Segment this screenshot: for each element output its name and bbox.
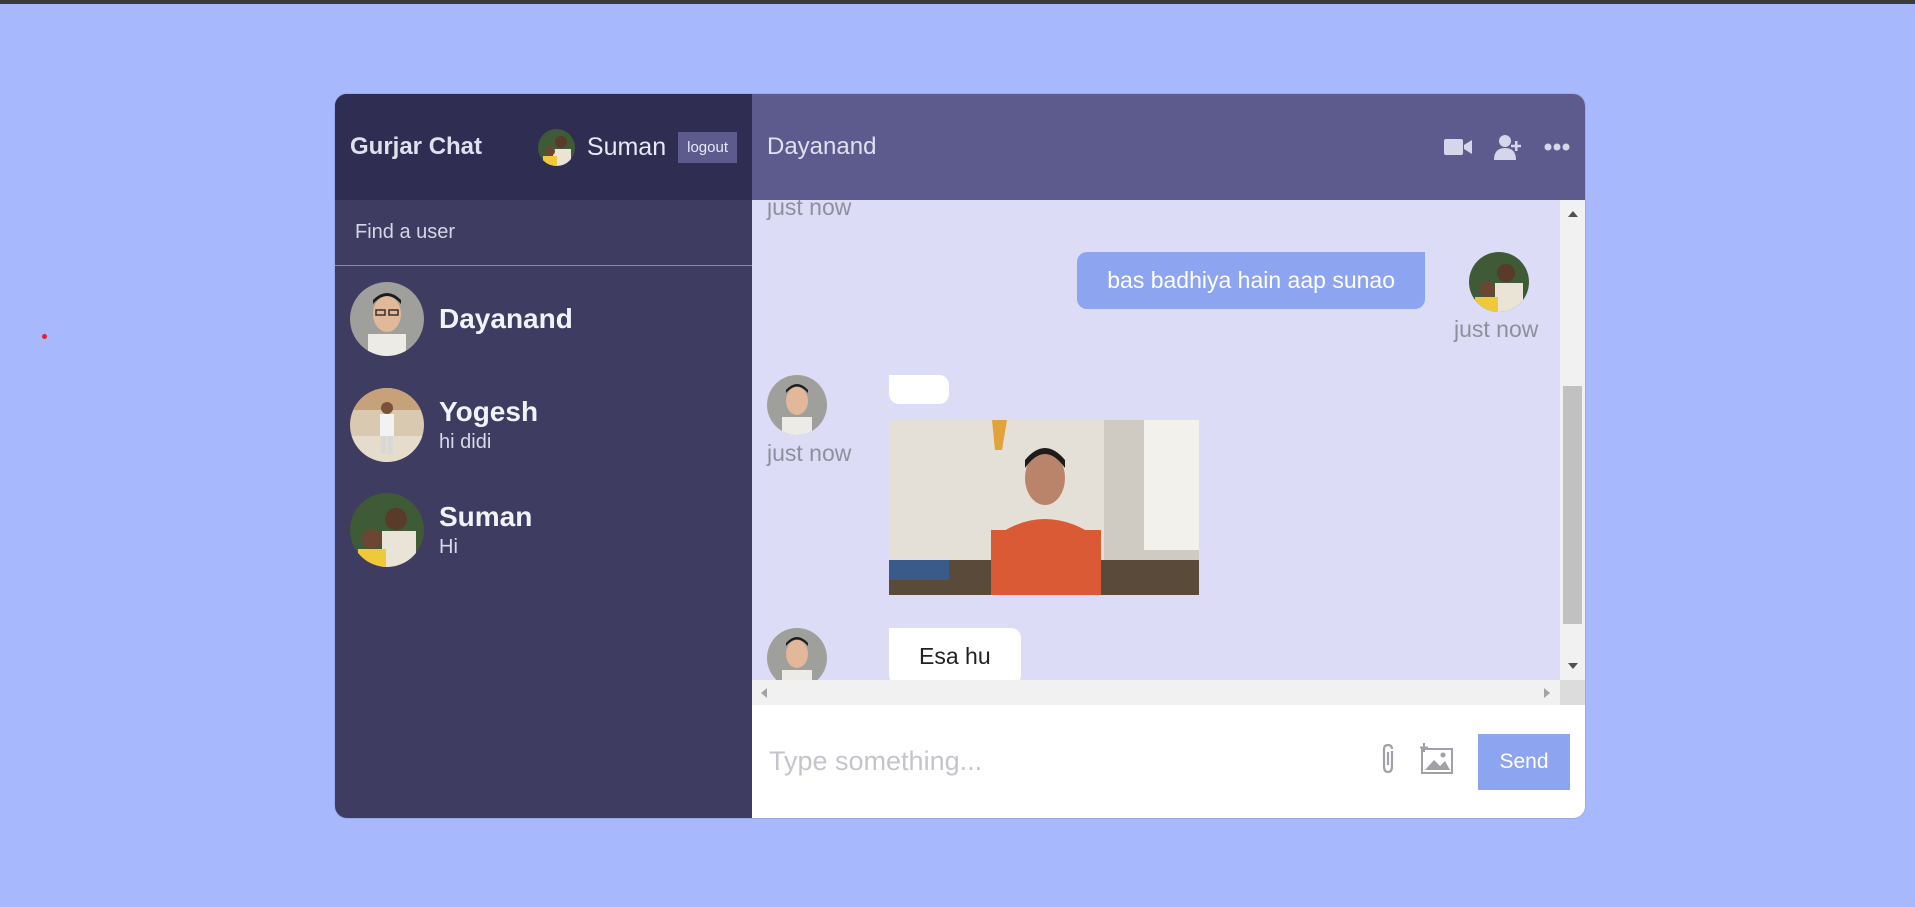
sidebar: Gurjar Chat Suman logout Find a user Day…	[335, 94, 752, 818]
add-image-icon[interactable]	[1420, 743, 1456, 780]
incoming-message-bubble: Esa hu	[889, 628, 1021, 680]
chat-item-dayanand[interactable]: Dayanand	[335, 266, 752, 372]
avatar	[350, 282, 424, 356]
chat-header: Dayanand	[752, 94, 1585, 200]
scrollbar-corner	[1560, 680, 1585, 705]
scroll-up-arrow-icon[interactable]	[1568, 211, 1578, 217]
chat-last-message: Hi	[439, 535, 458, 558]
scroll-right-arrow-icon[interactable]	[1544, 688, 1550, 698]
avatar	[1469, 252, 1529, 312]
chat-actions	[1444, 134, 1570, 160]
scroll-left-arrow-icon[interactable]	[761, 688, 767, 698]
chat-name: Dayanand	[439, 303, 573, 334]
avatar	[767, 628, 827, 680]
chat-name: Yogesh	[439, 395, 539, 427]
avatar	[767, 375, 827, 435]
horizontal-scrollbar[interactable]	[752, 680, 1560, 705]
chat-info: Dayanand	[439, 303, 573, 335]
message-composer: Send	[752, 705, 1585, 818]
user-search-input[interactable]	[353, 220, 734, 245]
video-camera-icon[interactable]	[1444, 137, 1472, 157]
scroll-down-arrow-icon[interactable]	[1568, 663, 1578, 669]
message-time: just now	[767, 200, 852, 220]
chat-item-suman[interactable]: Suman Hi	[335, 477, 752, 582]
browser-top-border	[0, 0, 1915, 4]
message-input[interactable]	[767, 745, 1378, 778]
messages: just now bas badhiya hain aap sunao just…	[752, 200, 1560, 680]
message-time: just now	[767, 440, 852, 466]
empty-message-bubble	[889, 375, 949, 404]
messages-viewport: just now bas badhiya hain aap sunao just…	[752, 200, 1585, 680]
avatar	[350, 387, 424, 462]
current-user: Suman logout	[537, 128, 737, 166]
cursor-dot	[42, 334, 47, 339]
paperclip-icon[interactable]	[1378, 743, 1398, 780]
message-image[interactable]	[889, 420, 1199, 595]
chat-title: Dayanand	[767, 133, 877, 160]
chat-info: Yogesh hi didi	[439, 396, 538, 454]
scrollbar-thumb[interactable]	[1563, 386, 1582, 624]
search-form	[335, 200, 752, 266]
message-time: just now	[1454, 316, 1539, 342]
add-user-icon[interactable]	[1494, 134, 1522, 160]
chat-app: Gurjar Chat Suman logout Find a user Day…	[335, 94, 1585, 818]
chat-item-yogesh[interactable]: Yogesh hi didi	[335, 372, 752, 477]
chat-info: Suman Hi	[439, 501, 532, 559]
send-actions: Send	[1378, 733, 1570, 790]
chat-panel: Dayanand just now bas badhiya hain aap s…	[752, 94, 1585, 818]
current-user-name: Suman	[586, 132, 667, 161]
owner-message-bubble: bas badhiya hain aap sunao	[1077, 252, 1425, 309]
vertical-scrollbar[interactable]	[1560, 200, 1585, 680]
navbar: Gurjar Chat Suman logout	[335, 94, 752, 200]
send-button[interactable]: Send	[1478, 733, 1570, 790]
app-logo: Gurjar Chat	[350, 133, 483, 160]
avatar	[350, 492, 424, 567]
logout-button[interactable]: logout	[678, 131, 737, 163]
current-user-avatar	[537, 128, 575, 166]
chat-name: Suman	[439, 500, 533, 532]
chat-last-message: hi didi	[439, 430, 492, 453]
more-dots-icon[interactable]	[1544, 143, 1570, 151]
